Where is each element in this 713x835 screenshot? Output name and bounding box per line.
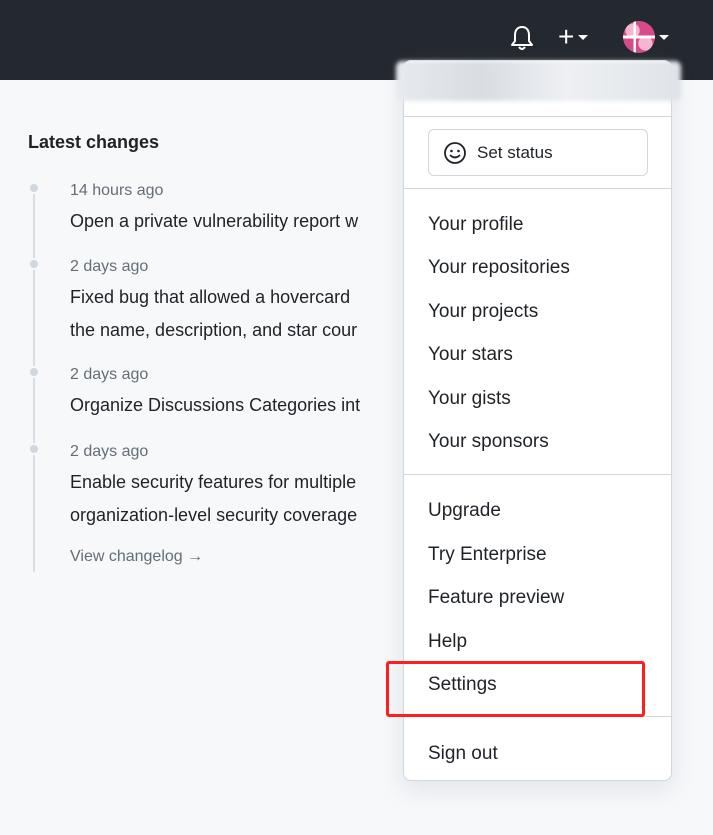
menu-item-sign-out[interactable]: Sign out xyxy=(428,743,658,765)
timeline-dot xyxy=(28,366,40,378)
divider xyxy=(404,116,671,117)
menu-item-try-enterprise[interactable]: Try Enterprise xyxy=(428,544,658,566)
menu-item-your-profile[interactable]: Your profile xyxy=(428,214,658,236)
avatar xyxy=(623,21,655,53)
set-status-button[interactable]: Set status xyxy=(428,129,648,176)
changelog-text[interactable]: Organize Discussions Categories int xyxy=(70,388,410,422)
menu-item-your-stars[interactable]: Your stars xyxy=(428,344,658,366)
menu-item-your-gists[interactable]: Your gists xyxy=(428,388,658,410)
menu-item-your-sponsors[interactable]: Your sponsors xyxy=(428,431,658,453)
changelog-text[interactable]: Enable security features for multiple xyxy=(70,465,410,499)
changelog-time: 2 days ago xyxy=(70,258,149,275)
menu-item-feature-preview[interactable]: Feature preview xyxy=(428,587,658,609)
changelog-text[interactable]: Fixed bug that allowed a hovercard xyxy=(70,280,410,314)
smiley-icon xyxy=(444,141,466,164)
create-new-button[interactable]: + xyxy=(558,22,604,52)
divider xyxy=(404,474,671,475)
changelog-time: 2 days ago xyxy=(70,443,149,460)
view-changelog-link[interactable]: View changelog → xyxy=(70,548,203,566)
menu-item-upgrade[interactable]: Upgrade xyxy=(428,500,658,522)
chevron-down-icon xyxy=(578,34,589,40)
changelog-time: 2 days ago xyxy=(70,366,149,383)
chevron-down-icon xyxy=(659,34,669,40)
set-status-label: Set status xyxy=(477,142,553,162)
changelog-text[interactable]: organization-level security coverage xyxy=(70,498,410,532)
changelog-text[interactable]: the name, description, and star cour xyxy=(70,313,410,347)
user-menu-button[interactable] xyxy=(623,21,675,53)
menu-item-your-projects[interactable]: Your projects xyxy=(428,301,658,323)
changelog-text[interactable]: Open a private vulnerability report w xyxy=(70,204,410,238)
bell-icon[interactable] xyxy=(509,24,535,52)
latest-changes-heading: Latest changes xyxy=(28,132,160,152)
changelog-time: 14 hours ago xyxy=(70,182,164,199)
username-blurred xyxy=(396,61,681,101)
latest-changes-section: Latest changes xyxy=(28,132,408,153)
timeline-line xyxy=(33,188,35,572)
menu-item-help[interactable]: Help xyxy=(428,631,658,653)
timeline-dot xyxy=(28,182,40,194)
menu-item-your-repositories[interactable]: Your repositories xyxy=(428,257,658,279)
timeline-dot xyxy=(28,258,40,270)
timeline-dot xyxy=(28,443,40,455)
divider xyxy=(404,188,671,189)
plus-icon: + xyxy=(558,21,575,52)
settings-highlight-box xyxy=(386,661,645,717)
